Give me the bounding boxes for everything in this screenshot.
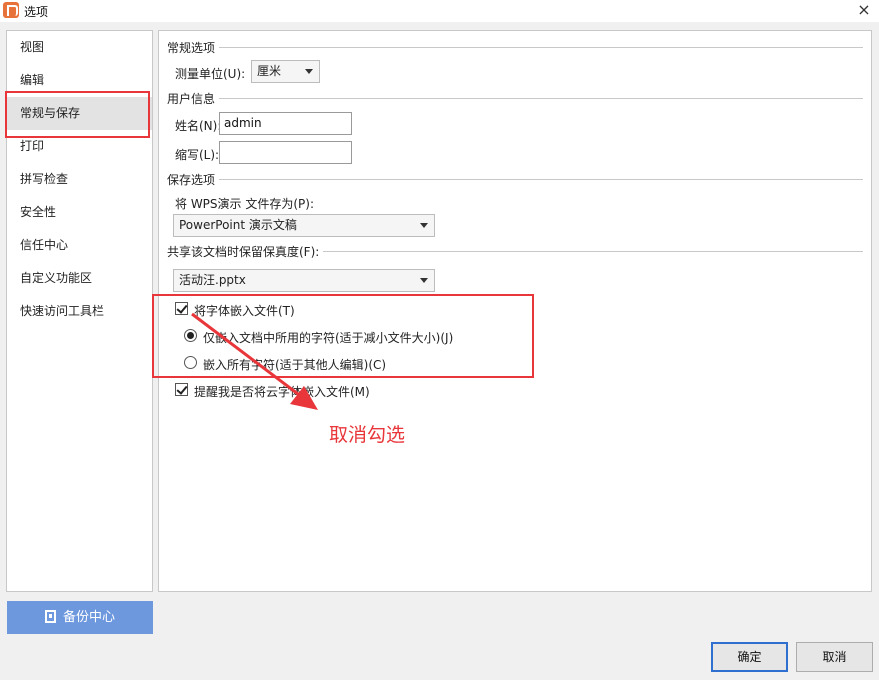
- unit-select-value: 厘米: [257, 64, 282, 78]
- section-share: 共享该文档时保留保真度(F):: [167, 244, 863, 259]
- wps-presentation-icon: [3, 2, 19, 18]
- initials-field[interactable]: [219, 141, 352, 164]
- section-general-title: 常规选项: [167, 40, 216, 55]
- title-bar: 选项 ×: [0, 0, 879, 22]
- annotation-highlight-nav: [5, 91, 150, 138]
- divider: [219, 97, 863, 99]
- section-general: 常规选项: [167, 40, 863, 55]
- window-title: 选项: [24, 5, 49, 19]
- sidebar-item-security[interactable]: 安全性: [7, 196, 152, 229]
- sidebar-item-trust-center[interactable]: 信任中心: [7, 229, 152, 262]
- chevron-down-icon: [305, 69, 313, 74]
- sidebar-item-quick-access-toolbar[interactable]: 快速访问工具栏: [7, 295, 152, 328]
- share-file-select-value: 活动汪.pptx: [179, 273, 246, 287]
- divider: [219, 178, 863, 180]
- backup-center-button[interactable]: 备份中心: [7, 601, 153, 634]
- unit-select[interactable]: 厘米: [251, 60, 320, 83]
- ok-button[interactable]: 确定: [711, 642, 788, 672]
- cancel-button[interactable]: 取消: [796, 642, 873, 672]
- backup-center-label: 备份中心: [62, 610, 115, 625]
- section-save-title: 保存选项: [167, 172, 216, 187]
- annotation-text: 取消勾选: [329, 424, 406, 446]
- section-user-title: 用户信息: [167, 91, 216, 106]
- divider: [219, 46, 863, 48]
- backup-icon: [44, 610, 56, 623]
- divider: [323, 250, 863, 252]
- initials-label: 缩写(L):: [175, 148, 220, 162]
- annotation-arrow: [191, 312, 318, 410]
- save-as-select[interactable]: PowerPoint 演示文稿: [173, 214, 435, 237]
- close-button[interactable]: ×: [849, 0, 879, 22]
- sidebar-item-customize-ribbon[interactable]: 自定义功能区: [7, 262, 152, 295]
- name-field[interactable]: admin: [219, 112, 352, 135]
- save-as-label: 将 WPS演示 文件存为(P):: [175, 197, 314, 211]
- section-share-title: 共享该文档时保留保真度(F):: [167, 244, 320, 259]
- sidebar-item-spelling[interactable]: 拼写检查: [7, 163, 152, 196]
- chevron-down-icon: [420, 278, 428, 283]
- section-user: 用户信息: [167, 91, 863, 106]
- name-label: 姓名(N):: [175, 119, 222, 133]
- save-as-select-value: PowerPoint 演示文稿: [179, 218, 297, 232]
- sidebar-item-view[interactable]: 视图: [7, 31, 152, 64]
- section-save: 保存选项: [167, 172, 863, 187]
- chevron-down-icon: [420, 223, 428, 228]
- unit-label: 测量单位(U):: [175, 67, 246, 81]
- share-file-select[interactable]: 活动汪.pptx: [173, 269, 435, 292]
